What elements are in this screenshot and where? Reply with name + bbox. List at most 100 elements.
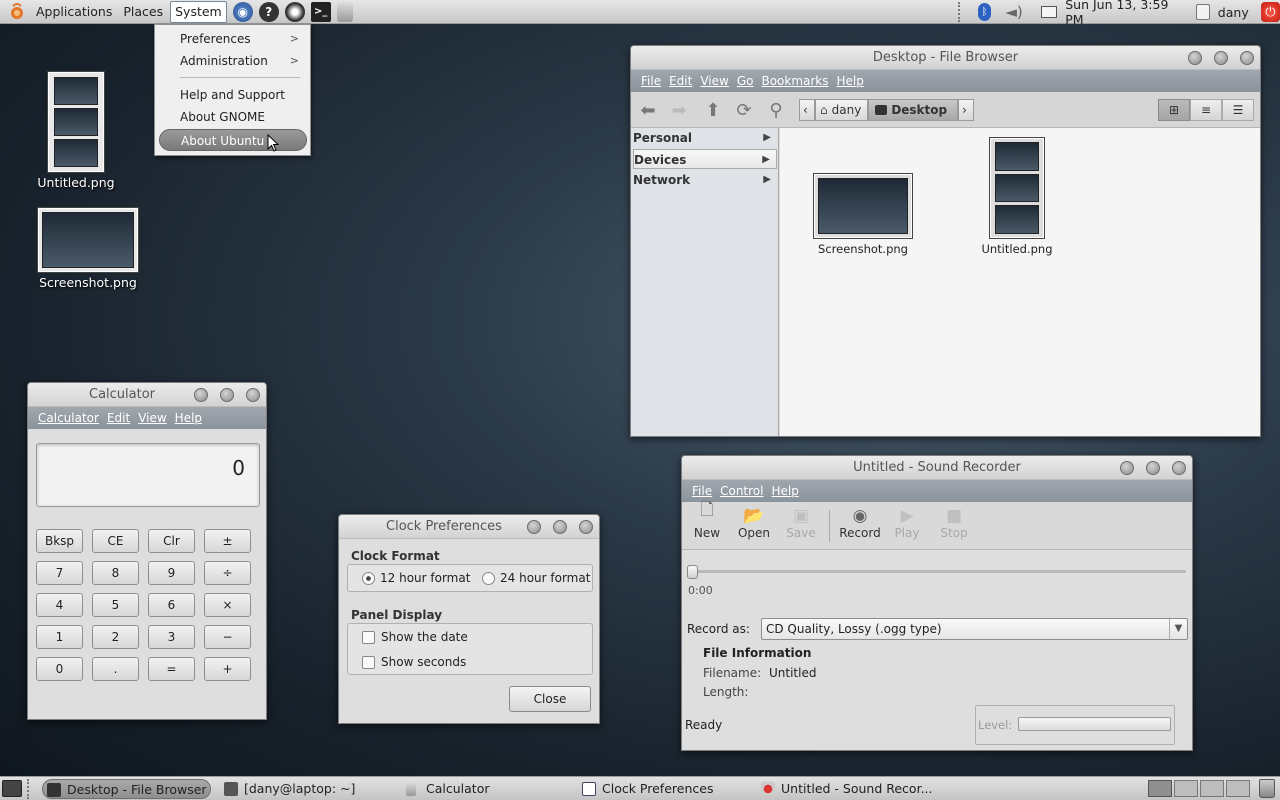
user-menu[interactable]: dany xyxy=(1218,5,1249,20)
key-0[interactable]: 0 xyxy=(36,657,83,681)
applications-menu[interactable]: Applications xyxy=(32,1,116,23)
sidebar-item-devices[interactable]: Devices ▶ xyxy=(633,149,777,169)
minimize-button[interactable] xyxy=(527,520,541,534)
key-equals[interactable]: = xyxy=(148,657,195,681)
window-titlebar[interactable]: Clock Preferences xyxy=(339,515,599,539)
trash-icon[interactable] xyxy=(1259,779,1275,798)
breadcrumb-desktop[interactable]: Desktop xyxy=(868,99,959,121)
workspace-4[interactable] xyxy=(1226,780,1250,797)
save-button[interactable]: ▣ Save xyxy=(778,502,824,552)
menu-bookmarks[interactable]: Bookmarks xyxy=(761,74,828,88)
file-item-screenshot[interactable]: Screenshot.png xyxy=(808,174,918,256)
radio-24-hour[interactable]: 24 hour format xyxy=(482,571,590,585)
menu-item-administration[interactable]: Administration > xyxy=(159,50,307,72)
key-9[interactable]: 9 xyxy=(148,561,195,585)
desktop-icon-untitled[interactable]: Untitled.png xyxy=(30,72,122,190)
record-as-select[interactable]: CD Quality, Lossy (.ogg type) ▼ xyxy=(761,618,1188,640)
places-menu[interactable]: Places xyxy=(119,1,167,23)
open-button[interactable]: 📂 Open xyxy=(731,502,777,552)
minimize-button[interactable] xyxy=(1120,461,1134,475)
close-button[interactable] xyxy=(246,388,260,402)
menu-item-about-gnome[interactable]: About GNOME xyxy=(159,106,307,128)
key-5[interactable]: 5 xyxy=(92,593,139,617)
maximize-button[interactable] xyxy=(1146,461,1160,475)
sidebar-item-network[interactable]: Network ▶ xyxy=(633,170,777,190)
menu-file[interactable]: File xyxy=(641,74,661,88)
maximize-button[interactable] xyxy=(220,388,234,402)
maximize-button[interactable] xyxy=(1214,51,1228,65)
maximize-button[interactable] xyxy=(553,520,567,534)
mail-icon[interactable] xyxy=(1040,6,1058,18)
menu-help[interactable]: Help xyxy=(175,411,202,425)
minimize-button[interactable] xyxy=(194,388,208,402)
menu-help[interactable]: Help xyxy=(837,74,864,88)
help-launcher-icon[interactable]: ? xyxy=(258,1,279,22)
menu-go[interactable]: Go xyxy=(737,74,754,88)
close-dialog-button[interactable]: Close xyxy=(509,686,591,712)
key-decimal[interactable]: . xyxy=(92,657,139,681)
file-item-untitled[interactable]: Untitled.png xyxy=(962,138,1072,256)
search-icon[interactable]: ⚲ xyxy=(765,99,787,121)
menu-help[interactable]: Help xyxy=(771,484,798,498)
window-titlebar[interactable]: Untitled - Sound Recorder xyxy=(682,456,1192,480)
task-calculator[interactable]: Calculator xyxy=(402,779,572,799)
key-clear[interactable]: Clr xyxy=(148,529,195,553)
minimize-button[interactable] xyxy=(1188,51,1202,65)
terminal-launcher-icon[interactable]: >_ xyxy=(310,1,331,22)
menu-item-preferences[interactable]: Preferences > xyxy=(159,28,307,50)
menu-edit[interactable]: Edit xyxy=(669,74,692,88)
list-view-icon[interactable]: ≡ xyxy=(1190,99,1222,121)
breadcrumb-left-arrow[interactable]: ‹ xyxy=(799,99,815,121)
menu-edit[interactable]: Edit xyxy=(107,411,130,425)
key-clear-entry[interactable]: CE xyxy=(92,529,139,553)
key-3[interactable]: 3 xyxy=(148,625,195,649)
volume-icon[interactable]: ◄) xyxy=(1005,3,1022,21)
play-button[interactable]: ▶ Play xyxy=(884,502,930,552)
show-seconds-checkbox[interactable]: Show seconds xyxy=(362,655,466,669)
breadcrumb-right-arrow[interactable]: › xyxy=(958,99,975,121)
key-4[interactable]: 4 xyxy=(36,593,83,617)
desktop-icon-screenshot[interactable]: Screenshot.png xyxy=(30,208,146,290)
task-clock-preferences[interactable]: Clock Preferences xyxy=(578,779,748,799)
workspace-switcher[interactable] xyxy=(1148,780,1250,797)
task-sound-recorder[interactable]: Untitled - Sound Recor... xyxy=(757,779,937,799)
firefox-launcher-icon[interactable]: ◉ xyxy=(232,1,253,22)
slider-handle[interactable] xyxy=(687,565,698,579)
menu-file[interactable]: File xyxy=(692,484,712,498)
close-button[interactable] xyxy=(1172,461,1186,475)
menu-item-help-and-support[interactable]: Help and Support xyxy=(159,84,307,106)
back-arrow-icon[interactable]: ⬅ xyxy=(637,99,659,121)
trash-launcher-icon[interactable] xyxy=(336,1,353,22)
key-7[interactable]: 7 xyxy=(36,561,83,585)
calculator-display[interactable]: 0 xyxy=(36,443,260,507)
up-arrow-icon[interactable]: ⬆ xyxy=(702,99,724,121)
bluetooth-icon[interactable]: ᛒ xyxy=(977,3,992,21)
clock[interactable]: Sun Jun 13, 3:59 PM xyxy=(1065,0,1186,27)
key-add[interactable]: + xyxy=(204,657,251,681)
stop-button[interactable]: ■ Stop xyxy=(931,502,977,552)
forward-arrow-icon[interactable]: ➡ xyxy=(668,99,690,121)
menu-item-about-ubuntu[interactable]: About Ubuntu xyxy=(159,129,307,151)
key-subtract[interactable]: − xyxy=(204,625,251,649)
key-backspace[interactable]: Bksp xyxy=(36,529,83,553)
menu-view[interactable]: View xyxy=(700,74,728,88)
show-date-checkbox[interactable]: Show the date xyxy=(362,630,468,644)
compact-view-icon[interactable]: ☰ xyxy=(1222,99,1254,121)
power-icon[interactable]: ⏻ xyxy=(1260,2,1280,22)
record-button[interactable]: ◉ Record xyxy=(837,502,883,552)
show-desktop-icon[interactable] xyxy=(2,780,22,797)
task-terminal[interactable]: [dany@laptop: ~] xyxy=(220,779,390,799)
key-2[interactable]: 2 xyxy=(92,625,139,649)
icon-view-icon[interactable]: ⊞ xyxy=(1158,99,1190,121)
workspace-1[interactable] xyxy=(1148,780,1172,797)
key-1[interactable]: 1 xyxy=(36,625,83,649)
close-button[interactable] xyxy=(579,520,593,534)
window-titlebar[interactable]: Desktop - File Browser xyxy=(631,46,1260,70)
key-plus-minus[interactable]: ± xyxy=(204,529,251,553)
reload-icon[interactable]: ⟳ xyxy=(733,99,755,121)
position-slider[interactable] xyxy=(690,570,1186,573)
radio-12-hour[interactable]: 12 hour format xyxy=(362,571,470,585)
system-menu-button[interactable]: System xyxy=(170,0,227,23)
breadcrumb-home[interactable]: ⌂ dany xyxy=(815,99,869,121)
menu-control[interactable]: Control xyxy=(720,484,763,498)
